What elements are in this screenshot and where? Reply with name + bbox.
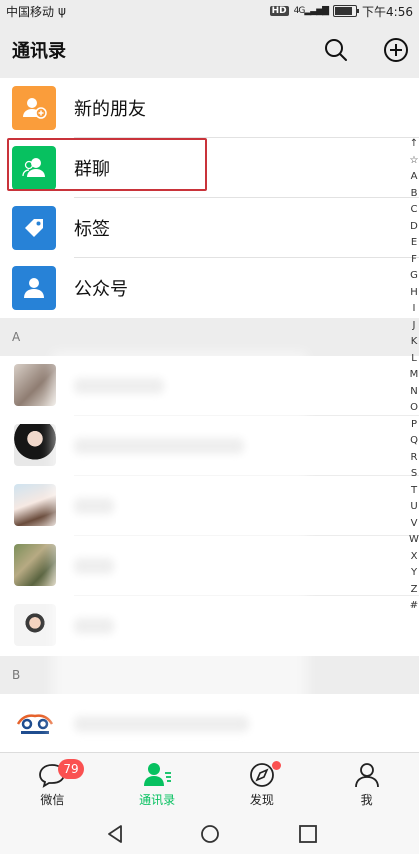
- carrier-name: 中国移动: [6, 4, 55, 19]
- index-letter[interactable]: #: [410, 598, 418, 615]
- unread-badge: 79: [58, 759, 84, 779]
- avatar: [14, 702, 56, 744]
- index-letter[interactable]: Q: [410, 433, 418, 450]
- index-letter[interactable]: ↑: [410, 136, 418, 153]
- alphabet-index[interactable]: ↑ ☆ A B C D E F G H I J K L M N O P Q R S T U V W X Y Z #: [409, 136, 419, 615]
- system-nav-bar: [0, 816, 419, 854]
- search-icon[interactable]: [322, 36, 350, 64]
- tab-label: 通讯录: [139, 793, 176, 807]
- contacts-icon: [144, 763, 172, 786]
- index-letter[interactable]: C: [411, 202, 418, 219]
- tab-chats[interactable]: 79 微信: [0, 753, 105, 817]
- index-letter[interactable]: I: [413, 301, 416, 318]
- index-letter[interactable]: H: [410, 285, 418, 302]
- index-letter[interactable]: F: [411, 252, 417, 269]
- new-friends-row[interactable]: 新的朋友: [0, 78, 419, 138]
- tags-row[interactable]: 标签: [0, 198, 419, 258]
- avatar: [14, 364, 56, 406]
- privacy-blur: [52, 352, 307, 748]
- index-letter[interactable]: R: [411, 450, 418, 467]
- signal-icon: 4G▂▃▅▇: [293, 6, 329, 16]
- tab-label: 我: [360, 793, 373, 807]
- person-icon: [354, 763, 379, 788]
- index-letter[interactable]: ☆: [410, 153, 419, 170]
- car-logo-icon: [16, 714, 54, 734]
- index-letter[interactable]: L: [411, 351, 417, 368]
- new-friends-label: 新的朋友: [74, 99, 146, 120]
- official-account-icon: [12, 266, 56, 310]
- index-letter[interactable]: K: [411, 334, 418, 351]
- index-letter[interactable]: M: [410, 367, 419, 384]
- group-chat-highlight: [7, 138, 207, 191]
- index-letter[interactable]: O: [410, 400, 418, 417]
- official-accounts-label: 公众号: [74, 279, 128, 300]
- tag-icon: [12, 206, 56, 250]
- index-letter[interactable]: E: [411, 235, 417, 252]
- avatar: [14, 604, 56, 646]
- index-letter[interactable]: Y: [411, 565, 417, 582]
- hd-icon: HD: [269, 6, 289, 16]
- battery-icon: [333, 5, 360, 17]
- new-dot: [271, 761, 281, 770]
- usb-debug-icon: ψ: [58, 4, 66, 18]
- recents-icon[interactable]: [298, 824, 318, 844]
- back-icon[interactable]: [106, 824, 126, 844]
- bottom-tab-bar: 79 微信 通讯录 发现 我: [0, 752, 419, 817]
- index-letter[interactable]: G: [410, 268, 418, 285]
- index-letter[interactable]: V: [411, 516, 418, 533]
- index-letter[interactable]: J: [413, 318, 416, 335]
- tab-label: 发现: [249, 793, 274, 807]
- index-letter[interactable]: Z: [411, 582, 418, 599]
- index-letter[interactable]: N: [410, 384, 417, 401]
- avatar: [14, 424, 56, 466]
- function-list: 新的朋友 群聊 标签 公众号: [0, 78, 419, 318]
- index-letter[interactable]: B: [411, 186, 418, 203]
- index-letter[interactable]: S: [411, 466, 417, 483]
- tab-label: 微信: [40, 793, 65, 807]
- tab-contacts[interactable]: 通讯录: [105, 753, 210, 817]
- section-header-a: A: [0, 318, 419, 356]
- avatar: [14, 544, 56, 586]
- avatar: [14, 484, 56, 526]
- app-header: 通讯录: [0, 22, 419, 78]
- clock: 下午4:56: [362, 4, 413, 19]
- tab-discover[interactable]: 发现: [210, 753, 315, 817]
- tags-label: 标签: [74, 219, 110, 240]
- index-letter[interactable]: P: [411, 417, 417, 434]
- index-letter[interactable]: U: [410, 499, 417, 516]
- home-icon[interactable]: [200, 824, 220, 844]
- index-letter[interactable]: D: [410, 219, 418, 236]
- add-friend-icon: [12, 86, 56, 130]
- plus-circle-icon[interactable]: [382, 36, 410, 64]
- official-accounts-row[interactable]: 公众号: [0, 258, 419, 318]
- index-letter[interactable]: W: [409, 532, 419, 549]
- tab-me[interactable]: 我: [314, 753, 419, 817]
- page-title: 通讯录: [12, 41, 66, 62]
- index-letter[interactable]: A: [411, 169, 418, 186]
- status-bar: 中国移动 ψ HD 4G▂▃▅▇ 下午4:56: [0, 0, 419, 22]
- index-letter[interactable]: T: [411, 483, 417, 500]
- index-letter[interactable]: X: [411, 549, 418, 566]
